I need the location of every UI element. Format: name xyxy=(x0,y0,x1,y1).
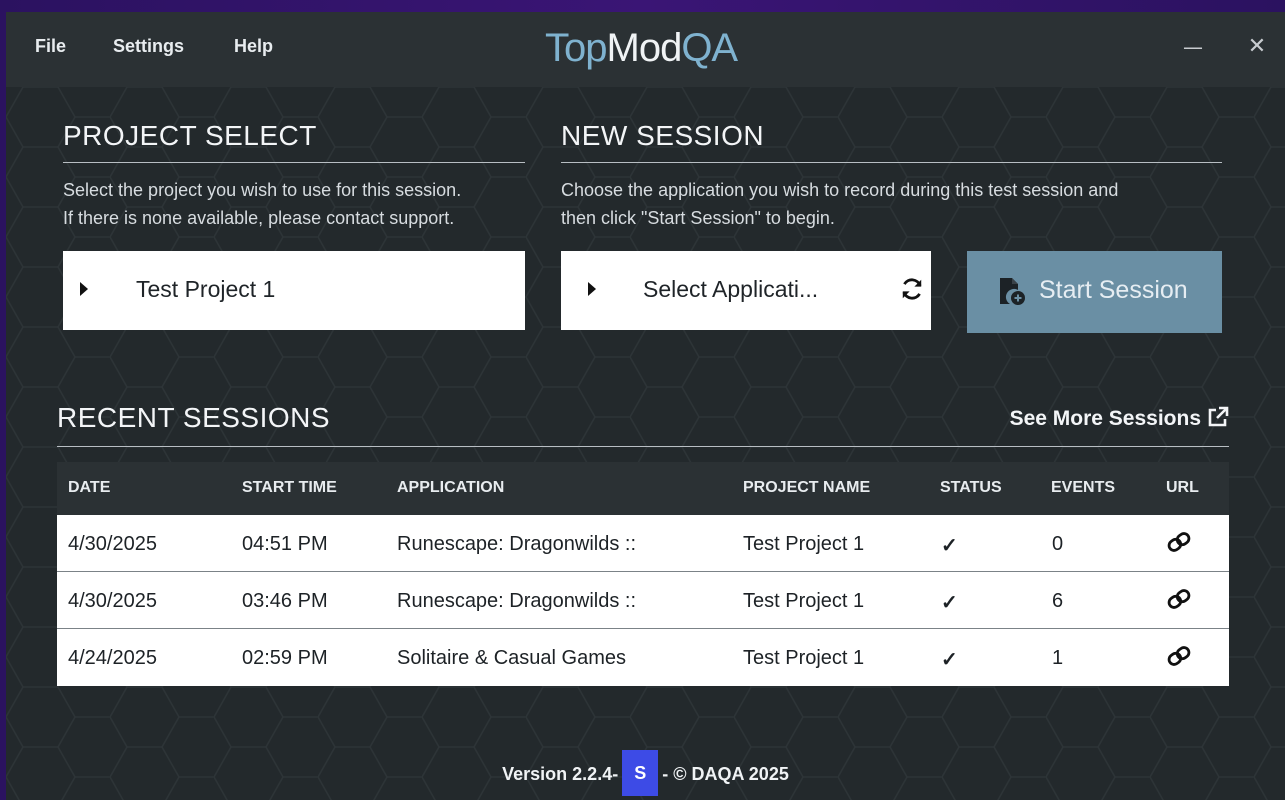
col-project-name[interactable]: PROJECT NAME xyxy=(743,479,870,497)
caret-right-icon xyxy=(588,282,596,296)
cell-events: 0 xyxy=(1052,533,1064,555)
menu-settings[interactable]: Settings xyxy=(113,36,184,57)
copyright-text: - © DAQA 2025 xyxy=(662,763,789,784)
col-date[interactable]: DATE xyxy=(68,479,110,497)
see-more-label: See More Sessions xyxy=(1009,407,1201,430)
cell-application: Runescape: Dragonwilds :: xyxy=(397,533,637,555)
title-bar: File Settings Help TopModQA — ✕ xyxy=(6,12,1285,87)
col-application[interactable]: APPLICATION xyxy=(397,479,504,497)
cell-application: Solitaire & Casual Games xyxy=(397,647,626,669)
logo-top: Top xyxy=(545,26,607,70)
table-row[interactable]: 4/30/2025 04:51 PM Runescape: Dragonwild… xyxy=(57,515,1229,572)
col-status[interactable]: STATUS xyxy=(940,479,1002,497)
cell-start-time: 03:46 PM xyxy=(242,590,328,612)
app-window: File Settings Help TopModQA — ✕ PROJECT … xyxy=(6,12,1285,800)
start-session-label: Start Session xyxy=(1039,276,1188,304)
cell-project: Test Project 1 xyxy=(743,590,865,612)
cell-start-time: 04:51 PM xyxy=(242,533,328,555)
close-button[interactable]: ✕ xyxy=(1242,32,1272,62)
external-link-icon xyxy=(1208,406,1229,427)
project-select-rule xyxy=(63,162,525,163)
new-session-desc-line2: then click "Start Session" to begin. xyxy=(561,208,835,228)
table-header: DATE START TIME APPLICATION PROJECT NAME… xyxy=(57,462,1229,515)
table-row[interactable]: 4/24/2025 02:59 PM Solitaire & Casual Ga… xyxy=(57,629,1229,686)
cell-date: 4/24/2025 xyxy=(68,647,157,669)
cell-start-time: 02:59 PM xyxy=(242,647,328,669)
link-icon[interactable] xyxy=(1166,530,1192,554)
start-session-button[interactable]: Start Session xyxy=(967,251,1222,333)
version-text: Version 2.2.4- xyxy=(502,763,619,784)
cell-events: 1 xyxy=(1052,647,1064,669)
project-select-title: PROJECT SELECT xyxy=(63,120,317,151)
col-url[interactable]: URL xyxy=(1166,479,1199,497)
cell-date: 4/30/2025 xyxy=(68,533,157,555)
check-icon: ✓ xyxy=(941,535,958,557)
menu-help[interactable]: Help xyxy=(234,36,273,57)
caret-right-icon xyxy=(80,282,88,296)
logo-qa: QA xyxy=(681,26,738,70)
application-dropdown[interactable]: Select Applicati... xyxy=(561,251,931,330)
logo-mod: Mod xyxy=(606,26,683,70)
new-session-description: Choose the application you wish to recor… xyxy=(561,176,1118,232)
table-row[interactable]: 4/30/2025 03:46 PM Runescape: Dragonwild… xyxy=(57,572,1229,629)
project-dropdown[interactable]: Test Project 1 xyxy=(63,251,525,330)
link-icon[interactable] xyxy=(1166,587,1192,611)
col-events[interactable]: EVENTS xyxy=(1051,479,1115,497)
cell-date: 4/30/2025 xyxy=(68,590,157,612)
recent-sessions-rule xyxy=(57,446,1229,447)
sessions-table: DATE START TIME APPLICATION PROJECT NAME… xyxy=(57,462,1229,686)
project-select-desc-line2: If there is none available, please conta… xyxy=(63,208,455,228)
app-logo: TopModQA xyxy=(545,26,738,71)
footer: Version 2.2.4- S - © DAQA 2025 xyxy=(6,750,1285,798)
application-dropdown-value: Select Applicati... xyxy=(643,276,819,302)
new-session-desc-line1: Choose the application you wish to recor… xyxy=(561,180,1119,200)
project-select-description: Select the project you wish to use for t… xyxy=(63,176,461,232)
new-session-title: NEW SESSION xyxy=(561,120,765,151)
see-more-sessions-link[interactable]: See More Sessions xyxy=(1010,406,1229,431)
link-icon[interactable] xyxy=(1166,644,1192,668)
check-icon: ✓ xyxy=(941,649,958,671)
cell-application: Runescape: Dragonwilds :: xyxy=(397,590,637,612)
check-icon: ✓ xyxy=(941,592,958,614)
cell-project: Test Project 1 xyxy=(743,533,865,555)
cell-events: 6 xyxy=(1052,590,1064,612)
recent-sessions-title: RECENT SESSIONS xyxy=(57,402,331,433)
refresh-icon[interactable] xyxy=(899,276,925,302)
menu-file[interactable]: File xyxy=(35,36,66,57)
file-plus-icon xyxy=(1000,278,1025,305)
project-select-desc-line1: Select the project you wish to use for t… xyxy=(63,180,462,200)
minimize-button[interactable]: — xyxy=(1178,32,1208,62)
col-start-time[interactable]: START TIME xyxy=(242,479,337,497)
cell-project: Test Project 1 xyxy=(743,647,865,669)
new-session-rule xyxy=(561,162,1222,163)
project-dropdown-value: Test Project 1 xyxy=(136,276,276,302)
status-badge: S xyxy=(622,750,659,796)
